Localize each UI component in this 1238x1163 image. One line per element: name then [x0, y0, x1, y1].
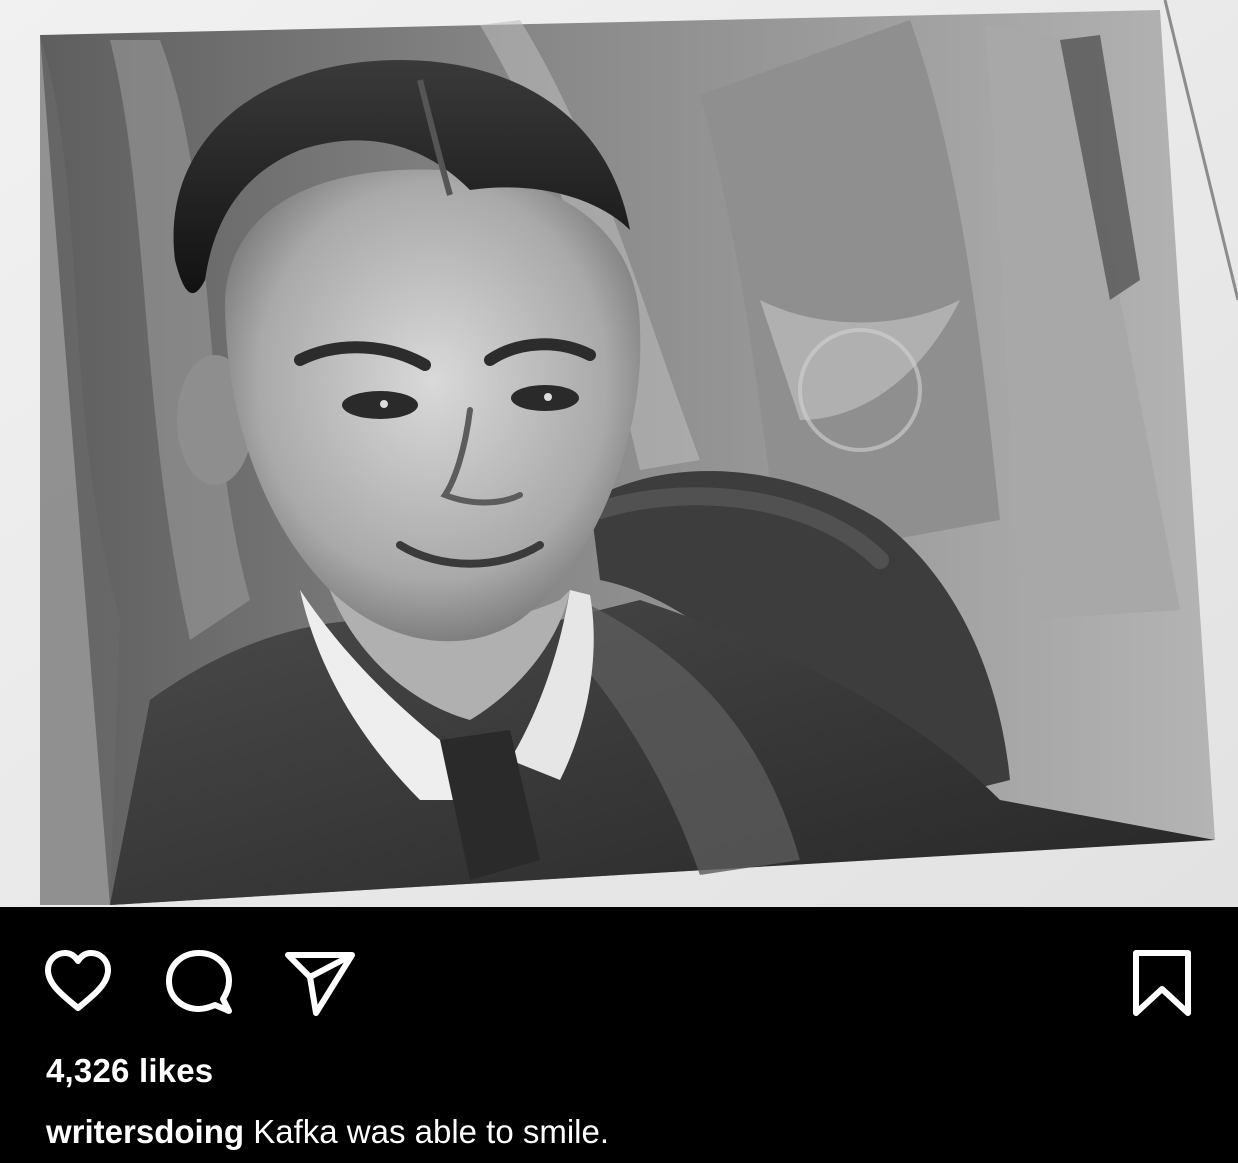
likes-count[interactable]: 4,326 likes [46, 1051, 213, 1091]
comment-button[interactable] [163, 947, 235, 1019]
book-page-photo [0, 0, 1238, 907]
paper-plane-icon [285, 952, 355, 1016]
post-caption: writersdoing Kafka was able to smile. [46, 1112, 609, 1152]
comment-bubble-icon [166, 950, 232, 1014]
post-action-bar [0, 907, 1238, 1037]
like-button[interactable] [42, 947, 114, 1019]
heart-icon [45, 950, 111, 1011]
post-photo[interactable] [0, 0, 1238, 907]
caption-username[interactable]: writersdoing [46, 1113, 244, 1150]
bookmark-icon [1133, 950, 1191, 1016]
share-button[interactable] [284, 947, 356, 1019]
save-button[interactable] [1126, 947, 1198, 1019]
caption-text: Kafka was able to smile. [253, 1113, 610, 1150]
